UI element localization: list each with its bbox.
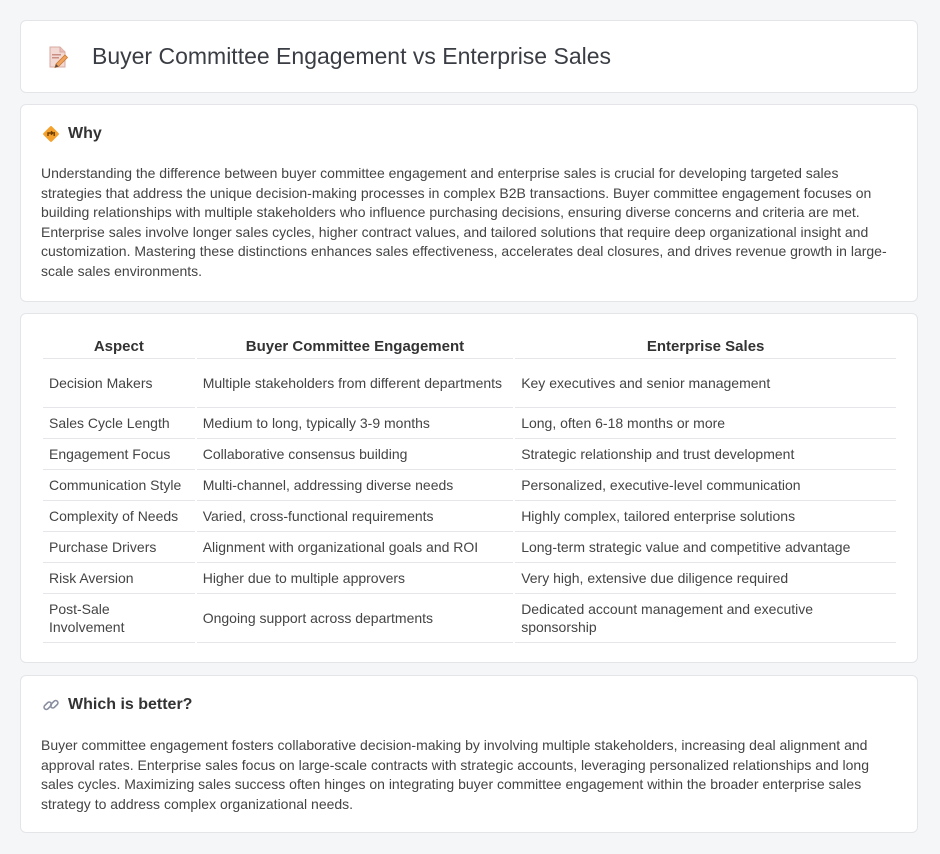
comparison-table: Aspect Buyer Committee Engagement Enterp…	[41, 336, 898, 643]
cell-buyer-committee: Collaborative consensus building	[196, 439, 514, 470]
cell-enterprise-sales: Very high, extensive due diligence requi…	[515, 563, 896, 594]
header-enterprise-sales: Enterprise Sales	[515, 336, 896, 359]
cell-buyer-committee: Ongoing support across departments	[196, 594, 514, 643]
cell-enterprise-sales: Highly complex, tailored enterprise solu…	[515, 501, 896, 532]
table-row: Communication Style Multi-channel, addre…	[43, 470, 896, 501]
why-section: Why Understanding the difference between…	[20, 104, 918, 302]
cell-enterprise-sales: Long, often 6-18 months or more	[515, 408, 896, 439]
which-is-better-section: Which is better? Buyer committee engagem…	[20, 675, 918, 833]
table-header-row: Aspect Buyer Committee Engagement Enterp…	[43, 336, 896, 359]
cell-buyer-committee: Higher due to multiple approvers	[196, 563, 514, 594]
why-title: Why	[68, 125, 102, 142]
table-row: Sales Cycle Length Medium to long, typic…	[43, 408, 896, 439]
table-row: Decision Makers Multiple stakeholders fr…	[43, 359, 896, 408]
why-text: Understanding the difference between buy…	[41, 165, 887, 279]
cell-buyer-committee: Multi-channel, addressing diverse needs	[196, 470, 514, 501]
cell-aspect: Complexity of Needs	[43, 501, 195, 532]
better-heading: Which is better?	[42, 696, 192, 714]
page-title: Buyer Committee Engagement vs Enterprise…	[92, 43, 612, 69]
cell-aspect: Decision Makers	[43, 359, 195, 408]
cell-enterprise-sales: Personalized, executive-level communicat…	[515, 470, 896, 501]
cell-buyer-committee: Varied, cross-functional requirements	[196, 501, 514, 532]
cell-enterprise-sales: Long-term strategic value and competitiv…	[515, 532, 896, 563]
cell-aspect: Post-Sale Involvement	[43, 594, 195, 643]
cell-aspect: Communication Style	[43, 470, 195, 501]
cell-enterprise-sales: Strategic relationship and trust develop…	[515, 439, 896, 470]
cell-aspect: Purchase Drivers	[43, 532, 195, 563]
cell-buyer-committee: Alignment with organizational goals and …	[196, 532, 514, 563]
cell-enterprise-sales: Dedicated account management and executi…	[515, 594, 896, 643]
table-row: Post-Sale Involvement Ongoing support ac…	[43, 594, 896, 643]
cell-aspect: Risk Aversion	[43, 563, 195, 594]
diamond-directions-icon	[43, 126, 59, 142]
table-row: Complexity of Needs Varied, cross-functi…	[43, 501, 896, 532]
document-edit-icon	[49, 46, 69, 68]
header-card: Buyer Committee Engagement vs Enterprise…	[20, 20, 918, 93]
cell-enterprise-sales: Key executives and senior management	[515, 359, 896, 408]
link-icon	[43, 699, 59, 711]
cell-aspect: Sales Cycle Length	[43, 408, 195, 439]
table-row: Engagement Focus Collaborative consensus…	[43, 439, 896, 470]
header-buyer-committee: Buyer Committee Engagement	[196, 336, 514, 359]
cell-buyer-committee: Medium to long, typically 3-9 months	[196, 408, 514, 439]
cell-aspect: Engagement Focus	[43, 439, 195, 470]
better-text: Buyer committee engagement fosters colla…	[41, 737, 870, 812]
cell-buyer-committee: Multiple stakeholders from different dep…	[196, 359, 514, 408]
header-aspect: Aspect	[43, 336, 195, 359]
better-title: Which is better?	[68, 696, 193, 713]
comparison-table-card: Aspect Buyer Committee Engagement Enterp…	[20, 313, 918, 663]
table-row: Purchase Drivers Alignment with organiza…	[43, 532, 896, 563]
why-heading: Why	[42, 125, 102, 143]
table-row: Risk Aversion Higher due to multiple app…	[43, 563, 896, 594]
title-row: Buyer Committee Engagement vs Enterprise…	[47, 43, 611, 70]
